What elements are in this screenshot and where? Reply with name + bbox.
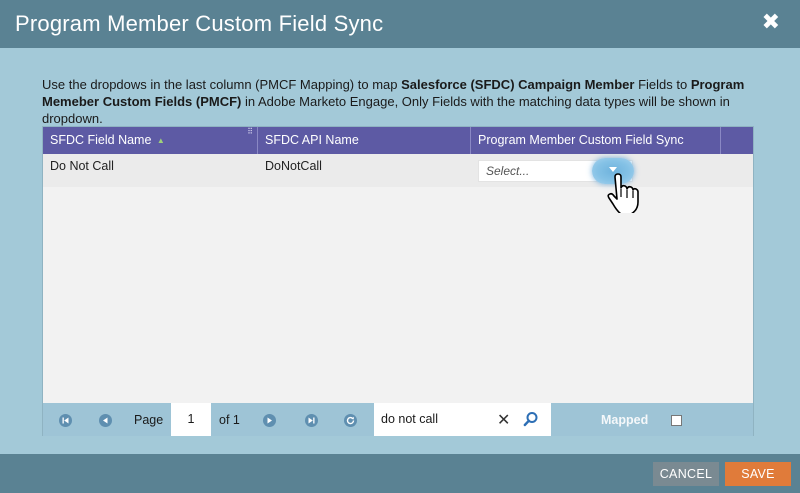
cell-field-name: Do Not Call bbox=[50, 159, 114, 173]
cancel-button[interactable]: CANCEL bbox=[653, 462, 719, 486]
page-count-label: of 1 bbox=[219, 413, 240, 427]
instructions-part: Use the dropdows in the last column (PMC… bbox=[42, 77, 402, 92]
mapping-grid: SFDC Field Name ▲ ⠿ SFDC API Name Progra… bbox=[42, 126, 754, 436]
page-label: Page bbox=[134, 413, 164, 427]
column-header-label: Program Member Custom Field Sync bbox=[478, 133, 684, 147]
column-header-label: SFDC API Name bbox=[265, 133, 359, 147]
cell-api-name: DoNotCall bbox=[265, 159, 322, 173]
clear-icon[interactable]: ✕ bbox=[497, 410, 510, 430]
grid-header: SFDC Field Name ▲ ⠿ SFDC API Name Progra… bbox=[43, 127, 753, 154]
dialog-body: Use the dropdows in the last column (PMC… bbox=[0, 48, 800, 454]
save-button[interactable]: SAVE bbox=[725, 462, 791, 486]
last-page-icon[interactable] bbox=[305, 414, 318, 427]
refresh-icon[interactable] bbox=[344, 414, 357, 427]
dialog-footer: CANCEL SAVE bbox=[0, 454, 800, 493]
column-header-field-name[interactable]: SFDC Field Name ▲ ⠿ bbox=[43, 127, 258, 154]
table-row[interactable]: Do Not Call DoNotCall Select... bbox=[43, 154, 753, 213]
instructions-part: Fields to bbox=[634, 77, 691, 92]
instructions-text: Use the dropdows in the last column (PMC… bbox=[42, 76, 754, 127]
dialog-title: Program Member Custom Field Sync bbox=[15, 11, 384, 36]
sort-asc-icon: ▲ bbox=[156, 136, 165, 146]
search-icon[interactable] bbox=[523, 411, 539, 427]
column-header-pmcf-sync[interactable]: Program Member Custom Field Sync bbox=[471, 127, 721, 154]
column-menu-icon[interactable]: ⠿ bbox=[247, 128, 253, 136]
close-icon[interactable]: ✖ bbox=[762, 10, 780, 34]
mapped-filter: Mapped bbox=[552, 403, 753, 436]
pagination-toolbar: Page 1 of 1 do not call ✕ Mapped bbox=[43, 403, 753, 436]
hand-cursor-icon bbox=[607, 173, 639, 213]
column-header-api-name[interactable]: SFDC API Name bbox=[258, 127, 471, 154]
column-header-label: SFDC Field Name bbox=[50, 133, 152, 147]
mapped-checkbox[interactable] bbox=[671, 415, 682, 426]
page-number-input[interactable]: 1 bbox=[171, 403, 211, 436]
first-page-icon[interactable] bbox=[59, 414, 72, 427]
instructions-bold-sfdc: Salesforce (SFDC) Campaign Member bbox=[401, 77, 635, 92]
mapped-label: Mapped bbox=[601, 413, 649, 427]
dialog-header: Program Member Custom Field Sync ✖ bbox=[0, 0, 800, 48]
next-page-icon[interactable] bbox=[263, 414, 276, 427]
prev-page-icon[interactable] bbox=[99, 414, 112, 427]
